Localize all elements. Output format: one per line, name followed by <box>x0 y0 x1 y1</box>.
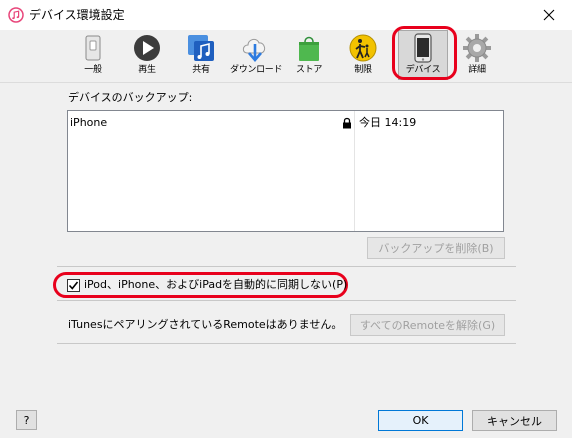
shopping-bag-icon <box>299 36 319 61</box>
delete-backup-button[interactable]: バックアップを削除(B) <box>367 237 505 259</box>
divider <box>57 300 516 301</box>
cancel-button[interactable]: キャンセル <box>472 410 557 431</box>
backup-date: 今日 14:19 <box>359 116 417 129</box>
prevent-auto-sync-label[interactable]: iPod、iPhone、およびiPadを自動的に同期しない(P) <box>84 278 347 292</box>
parental-restriction-icon <box>349 34 377 62</box>
backup-row[interactable]: iPhone 今日 14:19 <box>68 115 503 131</box>
tab-general[interactable]: 一般 <box>68 30 118 80</box>
tab-download[interactable]: ダウンロード <box>230 30 283 80</box>
general-switch-icon <box>85 35 101 61</box>
ok-button[interactable]: OK <box>378 410 463 431</box>
preferences-toolbar: 一般 再生 共有 ダウンロード ストア 制限 デバイス 詳細 <box>0 30 572 82</box>
remote-status-text: iTunesにペアリングされているRemoteはありません。 <box>68 318 343 331</box>
tab-label: ダウンロード <box>230 65 283 75</box>
tab-store[interactable]: ストア <box>284 30 334 80</box>
gear-icon <box>463 34 491 62</box>
tab-sharing[interactable]: 共有 <box>176 30 226 80</box>
tab-playback[interactable]: 再生 <box>122 30 172 80</box>
tab-label: 一般 <box>84 65 102 75</box>
dialog-footer: ? OK キャンセル <box>0 398 572 438</box>
devices-pane: デバイスのバックアップ: iPhone 今日 14:19 バックアップを削除(B… <box>0 82 572 398</box>
backup-section-label: デバイスのバックアップ: <box>68 91 193 104</box>
window-title: デバイス環境設定 <box>29 8 125 22</box>
prevent-auto-sync-checkbox[interactable] <box>67 279 80 292</box>
tab-label: 制限 <box>354 65 372 75</box>
tab-label: 詳細 <box>468 65 486 75</box>
tab-label: ストア <box>295 65 323 75</box>
tab-label: 共有 <box>192 65 210 75</box>
backup-list[interactable]: iPhone 今日 14:19 <box>67 110 504 232</box>
itunes-app-icon <box>8 7 24 23</box>
tab-advanced[interactable]: 詳細 <box>452 30 502 80</box>
iphone-icon <box>414 33 432 63</box>
tab-label: 再生 <box>138 65 156 75</box>
help-button[interactable]: ? <box>16 410 37 430</box>
remove-all-remotes-button[interactable]: すべてのRemoteを解除(G) <box>350 314 505 336</box>
divider <box>57 266 516 267</box>
close-button[interactable] <box>526 0 572 30</box>
title-bar: デバイス環境設定 <box>0 0 572 30</box>
music-sharing-icon <box>188 35 214 61</box>
cloud-download-icon <box>242 38 266 62</box>
checkmark-icon <box>68 281 79 290</box>
divider <box>57 343 516 344</box>
close-icon <box>543 9 555 21</box>
backup-device-name: iPhone <box>70 116 108 129</box>
tab-restrictions[interactable]: 制限 <box>338 30 388 80</box>
tab-label: デバイス <box>405 65 441 75</box>
lock-icon <box>343 117 351 129</box>
tab-devices[interactable]: デバイス <box>398 30 448 80</box>
play-icon <box>134 35 160 61</box>
